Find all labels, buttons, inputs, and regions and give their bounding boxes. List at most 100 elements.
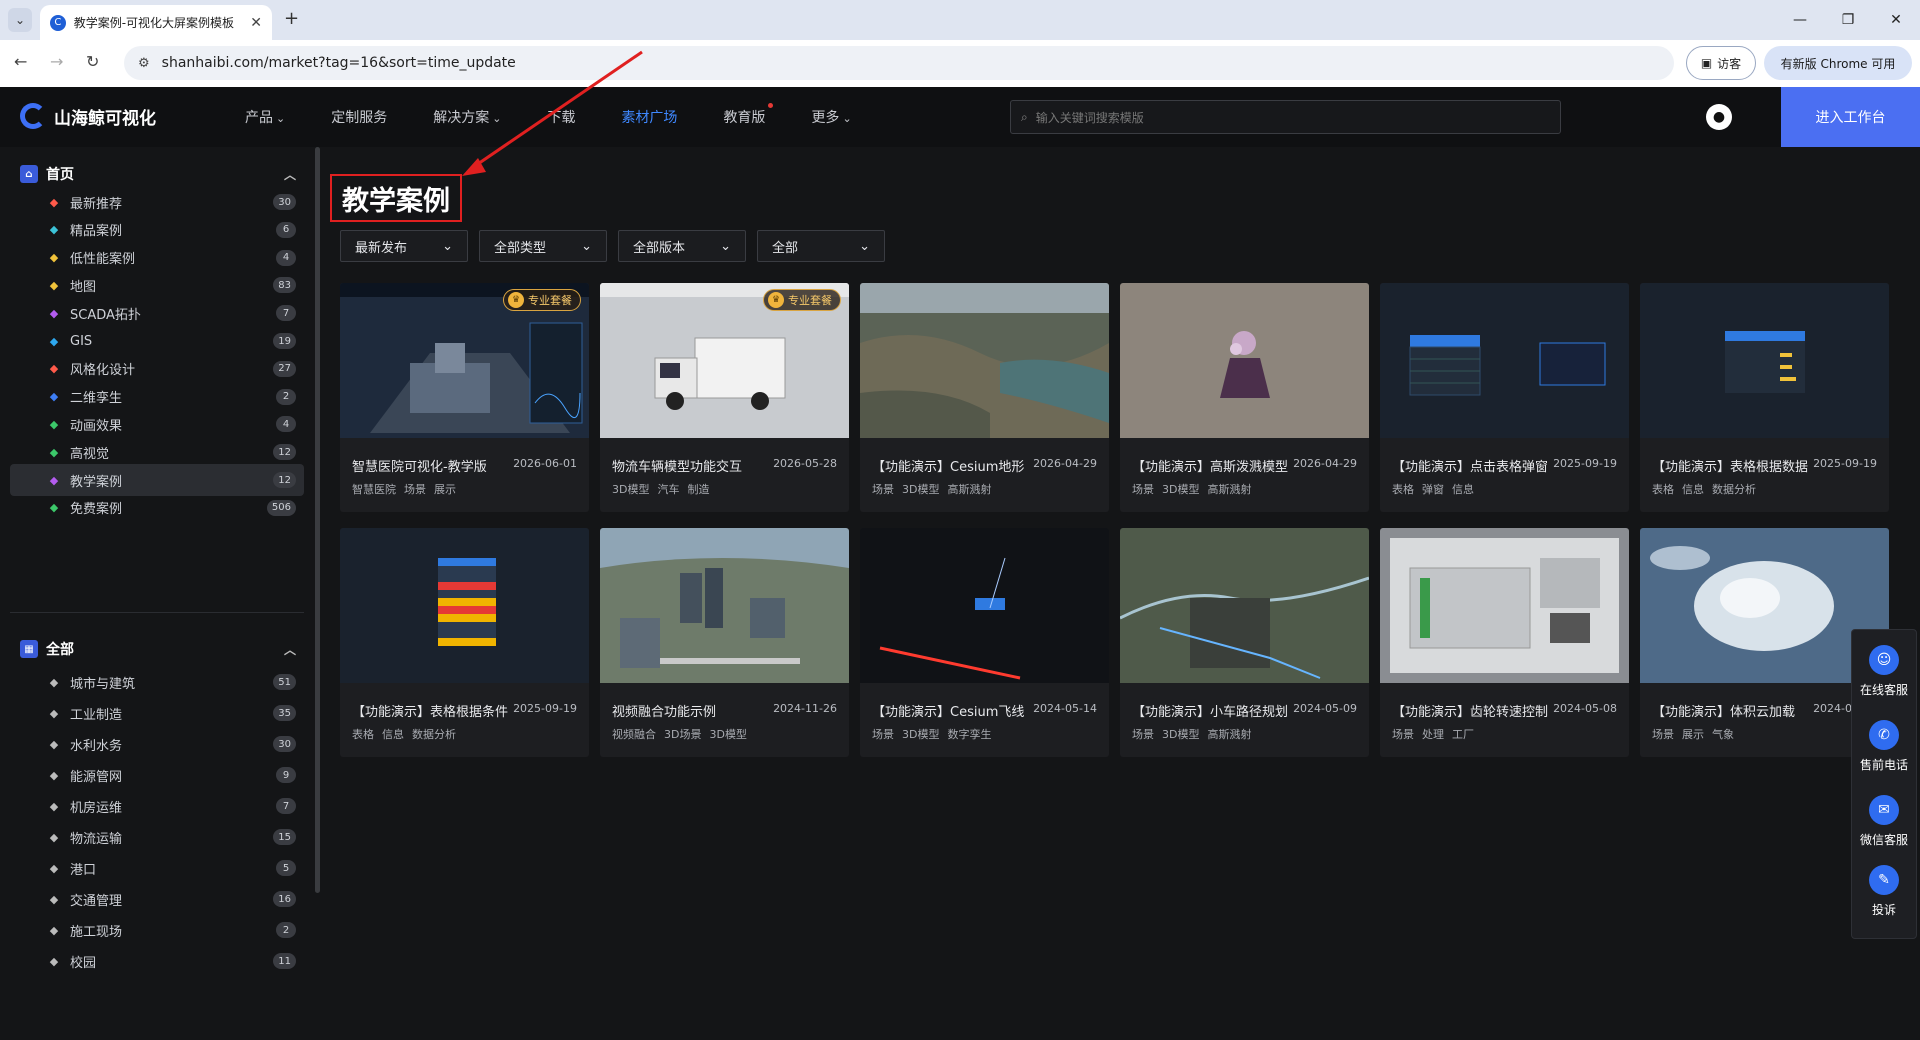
template-card[interactable]: 【功能演示】小车路径规划 2024-05-09 场景 3D模型 高斯溅射 <box>1120 528 1369 757</box>
card-tag[interactable]: 信息 <box>1452 483 1474 496</box>
template-card[interactable]: 【功能演示】点击表格弹窗 2025-09-19 表格 弹窗 信息 <box>1380 283 1629 512</box>
card-tag[interactable]: 场景 <box>1132 728 1154 741</box>
sidebar-section-all[interactable]: ▦ 全部 ︿ <box>20 638 296 660</box>
card-thumbnail[interactable] <box>860 528 1109 683</box>
sidebar-item[interactable]: ◆ 水利水务 30 <box>10 728 304 760</box>
sidebar-item[interactable]: ◆ 能源管网 9 <box>10 759 304 791</box>
nav-item[interactable]: 解决方案 ⌄ <box>433 107 501 127</box>
template-card[interactable]: 【功能演示】高斯泼溅模型 2026-04-29 场景 3D模型 高斯溅射 <box>1120 283 1369 512</box>
sidebar-item[interactable]: ◆ 校园 11 <box>10 945 304 977</box>
template-card[interactable]: 【功能演示】Cesium飞线 2024-05-14 场景 3D模型 数字孪生 <box>860 528 1109 757</box>
sidebar-item[interactable]: ◆ 物流运输 15 <box>10 821 304 853</box>
minimize-icon[interactable]: — <box>1776 0 1824 40</box>
card-tag[interactable]: 3D模型 <box>902 483 939 496</box>
card-tag[interactable]: 场景 <box>1392 728 1414 741</box>
card-thumbnail[interactable] <box>1120 283 1369 438</box>
nav-item[interactable]: 更多 ⌄ <box>811 107 851 127</box>
card-tag[interactable]: 3D模型 <box>902 728 939 741</box>
sidebar-item[interactable]: ◆ 免费案例 506 <box>10 492 304 524</box>
card-tag[interactable]: 表格 <box>1392 483 1414 496</box>
restore-icon[interactable]: ❐ <box>1824 0 1872 40</box>
template-card[interactable]: 【功能演示】齿轮转速控制 2024-05-08 场景 处理 工厂 <box>1380 528 1629 757</box>
card-tag[interactable]: 工厂 <box>1452 728 1474 741</box>
card-title[interactable]: 【功能演示】Cesium地形 <box>872 456 1032 475</box>
user-avatar-icon[interactable]: ● <box>1706 104 1732 130</box>
template-card[interactable]: 【功能演示】表格根据数据 2025-09-19 表格 信息 数据分析 <box>1640 283 1889 512</box>
card-thumbnail[interactable] <box>600 528 849 683</box>
template-card[interactable]: ♛ 专业套餐 智慧医院可视化-教学版 2026-06-01 智慧医院 场景 展示 <box>340 283 589 512</box>
filter-dropdown[interactable]: 全部类型 ⌄ <box>479 230 607 262</box>
float-phone-button[interactable]: ✆ 售前电话 <box>1852 711 1916 781</box>
site-info-icon[interactable]: ⚙ <box>138 56 150 71</box>
card-tag[interactable]: 3D模型 <box>1162 483 1199 496</box>
tab-close-icon[interactable]: ✕ <box>250 15 262 31</box>
card-tag[interactable]: 表格 <box>1652 483 1674 496</box>
card-title[interactable]: 【功能演示】高斯泼溅模型 <box>1132 456 1292 475</box>
nav-item[interactable]: 素材广场 <box>621 107 677 127</box>
card-title[interactable]: 【功能演示】小车路径规划 <box>1132 701 1292 720</box>
card-tag[interactable]: 智慧医院 <box>352 483 396 496</box>
card-tag[interactable]: 信息 <box>1682 483 1704 496</box>
nav-item[interactable]: 下载 <box>547 107 575 127</box>
reload-icon[interactable]: ↻ <box>86 52 99 71</box>
tab-search-button[interactable]: ⌄ <box>8 8 32 32</box>
card-tag[interactable]: 信息 <box>382 728 404 741</box>
filter-dropdown[interactable]: 全部 ⌄ <box>757 230 885 262</box>
brand-logo[interactable]: 山海鲸可视化 <box>20 103 156 129</box>
card-tag[interactable]: 高斯溅射 <box>1207 483 1251 496</box>
card-tag[interactable]: 场景 <box>872 728 894 741</box>
enter-workspace-button[interactable]: 进入工作台 <box>1781 87 1920 147</box>
chrome-update-button[interactable]: 有新版 Chrome 可用 <box>1764 46 1912 80</box>
card-tag[interactable]: 场景 <box>1652 728 1674 741</box>
template-search[interactable]: ⌕ 输入关键词搜索模版 <box>1010 100 1561 134</box>
sidebar-item[interactable]: ◆ 施工现场 2 <box>10 914 304 946</box>
card-tag[interactable]: 气象 <box>1712 728 1734 741</box>
sidebar-item[interactable]: ◆ 交通管理 16 <box>10 883 304 915</box>
back-icon[interactable]: ← <box>14 52 27 71</box>
chevron-up-icon[interactable]: ︿ <box>284 166 296 183</box>
nav-item[interactable]: 教育版 <box>723 103 774 127</box>
card-tag[interactable]: 数据分析 <box>1712 483 1756 496</box>
card-tag[interactable]: 数字孪生 <box>947 728 991 741</box>
card-thumbnail[interactable] <box>1640 283 1889 438</box>
card-tag[interactable]: 视频融合 <box>612 728 656 741</box>
card-thumbnail[interactable] <box>860 283 1109 438</box>
card-tag[interactable]: 制造 <box>687 483 709 496</box>
new-tab-button[interactable]: + <box>284 8 299 29</box>
sidebar-item[interactable]: ◆ 风格化设计 27 <box>10 353 304 385</box>
card-tag[interactable]: 3D场景 <box>664 728 701 741</box>
forward-icon[interactable]: → <box>50 52 63 71</box>
browser-tab[interactable]: C 教学案例-可视化大屏案例模板 ✕ <box>40 5 272 40</box>
card-tag[interactable]: 处理 <box>1422 728 1444 741</box>
close-window-icon[interactable]: ✕ <box>1872 0 1920 40</box>
template-card[interactable]: 【功能演示】Cesium地形 2026-04-29 场景 3D模型 高斯溅射 <box>860 283 1109 512</box>
address-bar[interactable]: ⚙ shanhaibi.com/market?tag=16&sort=time_… <box>124 46 1674 80</box>
card-tag[interactable]: 展示 <box>434 483 456 496</box>
card-title[interactable]: 视频融合功能示例 <box>612 701 772 720</box>
card-thumbnail[interactable] <box>1380 283 1629 438</box>
card-tag[interactable]: 表格 <box>352 728 374 741</box>
card-title[interactable]: 【功能演示】点击表格弹窗 <box>1392 456 1552 475</box>
sidebar-item[interactable]: ◆ 机房运维 7 <box>10 790 304 822</box>
sidebar-item[interactable]: ◆ 工业制造 35 <box>10 697 304 729</box>
filter-dropdown[interactable]: 最新发布 ⌄ <box>340 230 468 262</box>
float-complaint-button[interactable]: ✎ 投诉 <box>1852 856 1916 926</box>
card-title[interactable]: 【功能演示】齿轮转速控制 <box>1392 701 1552 720</box>
card-title[interactable]: 【功能演示】表格根据数据 <box>1652 456 1812 475</box>
card-tag[interactable]: 弹窗 <box>1422 483 1444 496</box>
card-tag[interactable]: 汽车 <box>657 483 679 496</box>
card-tag[interactable]: 场景 <box>1132 483 1154 496</box>
sidebar-item[interactable]: ◆ 港口 5 <box>10 852 304 884</box>
card-tag[interactable]: 高斯溅射 <box>947 483 991 496</box>
card-tag[interactable]: 高斯溅射 <box>1207 728 1251 741</box>
profile-button[interactable]: ▣ 访客 <box>1686 46 1756 80</box>
template-card[interactable]: ♛ 专业套餐 物流车辆模型功能交互 2026-05-28 3D模型 汽车 制造 <box>600 283 849 512</box>
card-title[interactable]: 【功能演示】表格根据条件 <box>352 701 512 720</box>
card-title[interactable]: 【功能演示】Cesium飞线 <box>872 701 1032 720</box>
card-tag[interactable]: 3D模型 <box>1162 728 1199 741</box>
sidebar-section-home[interactable]: ⌂ 首页 ︿ <box>20 163 296 185</box>
template-card[interactable]: 视频融合功能示例 2024-11-26 视频融合 3D场景 3D模型 <box>600 528 849 757</box>
card-tag[interactable]: 数据分析 <box>412 728 456 741</box>
card-tag[interactable]: 3D模型 <box>612 483 649 496</box>
chevron-up-icon[interactable]: ︿ <box>284 641 296 658</box>
